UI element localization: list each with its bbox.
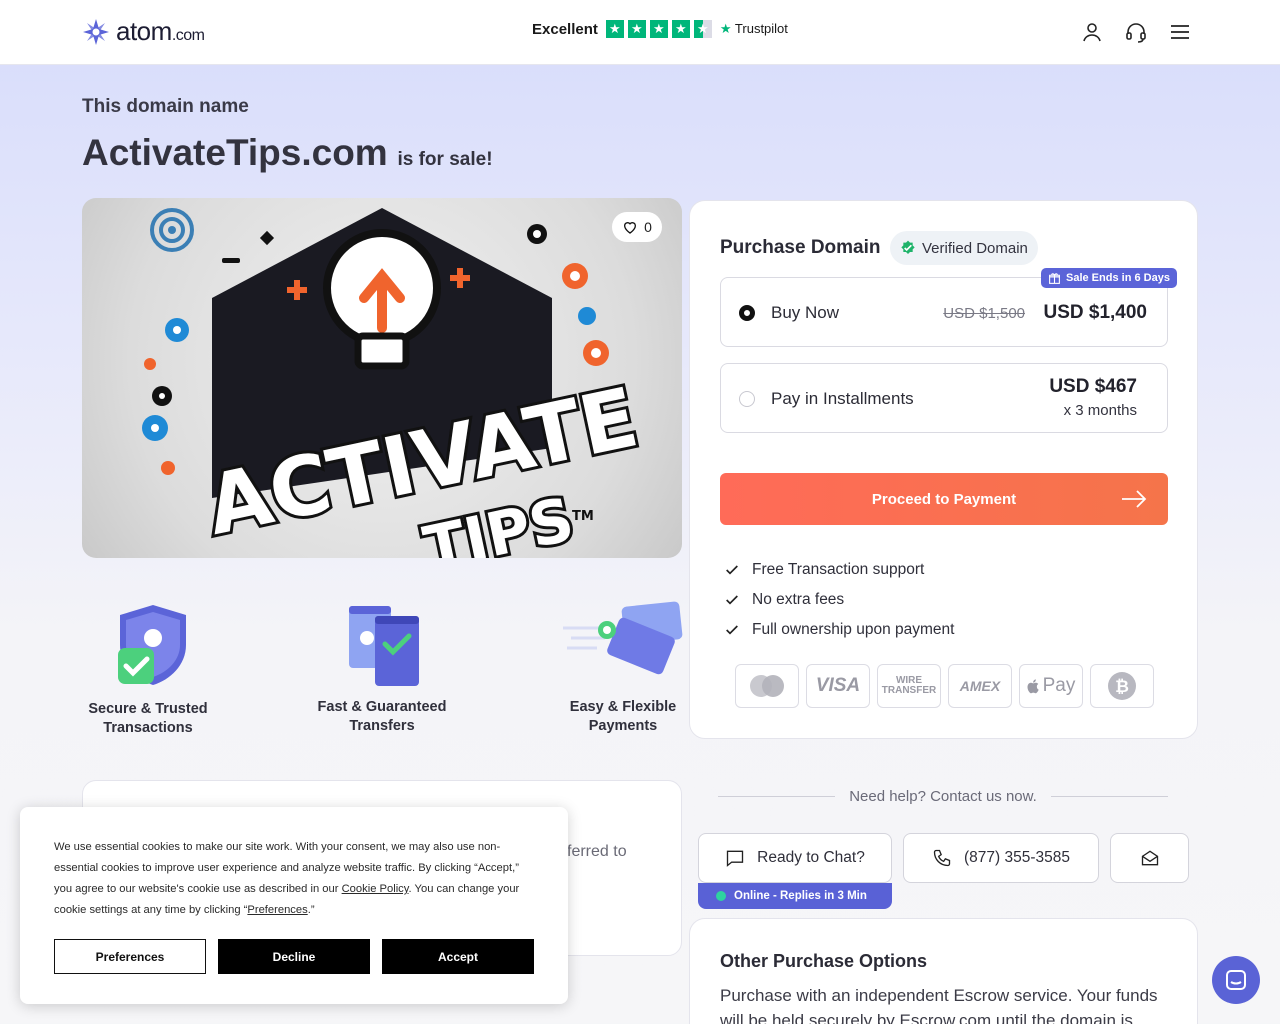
other-purchase-options: Other Purchase Options Purchase with an … (689, 918, 1198, 1024)
preferences-button[interactable]: Preferences (54, 939, 206, 974)
domain-title: ActivateTips.com is for sale! (82, 132, 493, 174)
transfer-windows-icon (349, 606, 419, 686)
perk-item: Full ownership upon payment (724, 615, 954, 645)
hero-tm: TM (572, 509, 594, 524)
accept-button[interactable]: Accept (382, 939, 534, 974)
perk-item: No extra fees (724, 585, 954, 615)
favorite-count: 0 (644, 219, 652, 235)
cookie-text: We use essential cookies to make our sit… (54, 841, 520, 916)
installments-radio[interactable] (739, 391, 755, 407)
perk-list: Free Transaction support No extra fees F… (724, 555, 954, 645)
description-text: ferred to (567, 843, 627, 860)
phone-button[interactable]: (877) 355-3585 (903, 833, 1099, 883)
visa-icon: VISA (806, 664, 870, 708)
feature-list: Secure & Trusted Transactions Fast & Guar… (82, 596, 684, 746)
logo-wordmark: atom.com (116, 16, 205, 46)
trust-label: Excellent (532, 20, 598, 38)
perk-item: Free Transaction support (724, 555, 954, 585)
envelope-open-icon (1141, 850, 1158, 866)
feature-payments: Easy & Flexible Payments (562, 598, 684, 736)
activate-tips-logo: ACTIVATE TIPS TM (142, 208, 649, 558)
purchase-title: Purchase Domain (720, 237, 881, 258)
preferences-link[interactable]: Preferences (247, 904, 307, 916)
target-icon (150, 208, 194, 252)
arrow-right-icon (1122, 490, 1147, 508)
verified-badge: Verified Domain (890, 231, 1038, 265)
user-icon[interactable] (1080, 20, 1104, 44)
intro-eyebrow: This domain name (82, 96, 249, 117)
menu-icon[interactable] (1168, 20, 1192, 44)
amex-icon: AMEX (948, 664, 1012, 708)
payment-cards-icon (563, 601, 683, 675)
chat-button[interactable]: Ready to Chat? (698, 833, 892, 883)
buy-now-price: USD $1,400 (1043, 302, 1147, 323)
half-star-icon: ★ (693, 20, 712, 38)
for-sale-suffix: is for sale! (397, 149, 493, 170)
check-icon (726, 565, 738, 575)
buy-now-label: Buy Now (771, 303, 840, 322)
site-header: atom.com Excellent ★ ★ ★ ★ ★ ★ Trustpilo… (0, 0, 1280, 65)
gift-icon (1049, 272, 1060, 284)
decline-button[interactable]: Decline (218, 939, 370, 974)
chat-widget-icon (1226, 970, 1246, 990)
cta-label: Proceed to Payment (871, 490, 1017, 508)
atom-logo[interactable]: atom.com (82, 16, 205, 47)
live-chat-launcher[interactable] (1212, 956, 1260, 1004)
svg-text:₿: ₿ (1115, 677, 1129, 697)
other-text: Purchase with an independent Escrow serv… (720, 986, 1158, 1024)
atom-star-icon (83, 18, 109, 45)
other-title: Other Purchase Options (720, 951, 928, 971)
mastercard-icon (735, 664, 799, 708)
installments-price: USD $467 (1049, 376, 1137, 397)
installments-term: x 3 months (1063, 402, 1137, 419)
domain-name: ActivateTips.com (82, 132, 388, 173)
headset-icon[interactable] (1124, 20, 1148, 44)
star-icon: ★ (605, 20, 624, 38)
heart-icon (624, 222, 637, 234)
wire-transfer-icon: WIRE TRANSFER (877, 664, 941, 708)
feature-fast: Fast & Guaranteed Transfers (312, 598, 452, 736)
star-icon: ★ (671, 20, 690, 38)
phone-icon (933, 849, 951, 867)
header-actions (1080, 20, 1192, 44)
purchase-panel: Purchase Domain Verified Domain Buy Now … (689, 200, 1198, 739)
sale-badge: Sale Ends in 6 Days (1041, 268, 1177, 288)
help-heading-text: Need help? Contact us now. (849, 788, 1037, 805)
check-icon (726, 595, 738, 605)
cookie-banner: We use essential cookies to make our sit… (20, 807, 568, 1004)
online-status: Online - Replies in 3 Min (698, 883, 892, 909)
installments-option[interactable]: Pay in Installments USD $467 x 3 months (720, 363, 1168, 433)
domain-logo-image: ACTIVATE TIPS TM 0 (82, 198, 682, 558)
apple-pay-icon: Pay (1019, 664, 1083, 708)
online-dot-icon (716, 891, 726, 901)
trustpilot-brand: ★ Trustpilot (719, 21, 788, 36)
trustpilot-rating[interactable]: Excellent ★ ★ ★ ★ ★ ★ Trustpilot (532, 20, 788, 38)
payment-methods: VISA WIRE TRANSFER AMEX Pay ₿ (735, 664, 1154, 708)
chat-bubble-icon (726, 850, 744, 867)
star-icon: ★ (649, 20, 668, 38)
installments-label: Pay in Installments (771, 389, 914, 408)
favorite-button[interactable]: 0 (612, 212, 662, 242)
cookie-policy-link[interactable]: Cookie Policy (342, 883, 409, 895)
bitcoin-icon: ₿ (1090, 664, 1154, 708)
help-heading: Need help? Contact us now. (718, 788, 1168, 805)
buy-now-radio[interactable] (739, 305, 755, 321)
verified-check-icon (901, 240, 915, 254)
shield-check-icon (118, 605, 186, 685)
email-button[interactable] (1110, 833, 1189, 883)
feature-secure: Secure & Trusted Transactions (82, 600, 214, 738)
check-icon (726, 625, 738, 635)
old-price: USD $1,500 (943, 305, 1025, 322)
proceed-to-payment-button[interactable]: Proceed to Payment (720, 473, 1168, 525)
star-icon: ★ (627, 20, 646, 38)
